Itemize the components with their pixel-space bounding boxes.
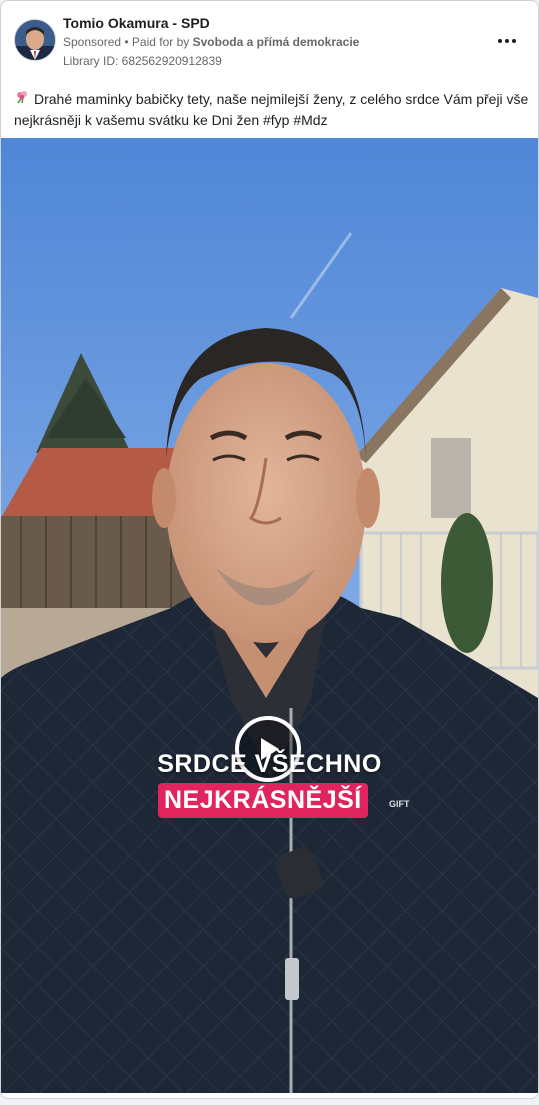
caption-text: Drahé maminky babičky tety, naše nejmile… [14, 91, 529, 128]
video-overlay-line1: SRDCE VŠECHNO [157, 750, 382, 778]
gift-badge: GIFT [389, 799, 410, 809]
ad-card: Tomio Okamura - SPD Sponsored • Paid for… [0, 0, 539, 1099]
page-avatar[interactable] [14, 19, 56, 61]
sponsored-label: Sponsored [63, 35, 122, 49]
ad-header: Tomio Okamura - SPD Sponsored • Paid for… [1, 1, 538, 81]
video-frame [1, 138, 538, 1093]
separator-dot: • [121, 35, 132, 49]
flowers-emoji-icon [14, 89, 30, 110]
ad-caption: Drahé maminky babičky tety, naše nejmile… [14, 89, 529, 131]
video-overlay-line2: NEJKRÁSNĚJŠÍ [158, 783, 368, 818]
paid-for-prefix: Paid for by [131, 35, 193, 49]
more-dot [512, 39, 516, 43]
funder-name[interactable]: Svoboda a přímá demokracie [193, 35, 360, 49]
avatar-image [15, 20, 55, 60]
page-name[interactable]: Tomio Okamura - SPD [63, 15, 210, 31]
more-dot [505, 39, 509, 43]
video-player[interactable]: SRDCE VŠECHNO NEJKRÁSNĚJŠÍ GIFT [1, 138, 538, 1093]
sponsored-line: Sponsored • Paid for by Svoboda a přímá … [63, 35, 359, 49]
library-id: Library ID: 682562920912839 [63, 54, 222, 68]
more-options-icon[interactable] [493, 31, 521, 51]
more-dot [498, 39, 502, 43]
